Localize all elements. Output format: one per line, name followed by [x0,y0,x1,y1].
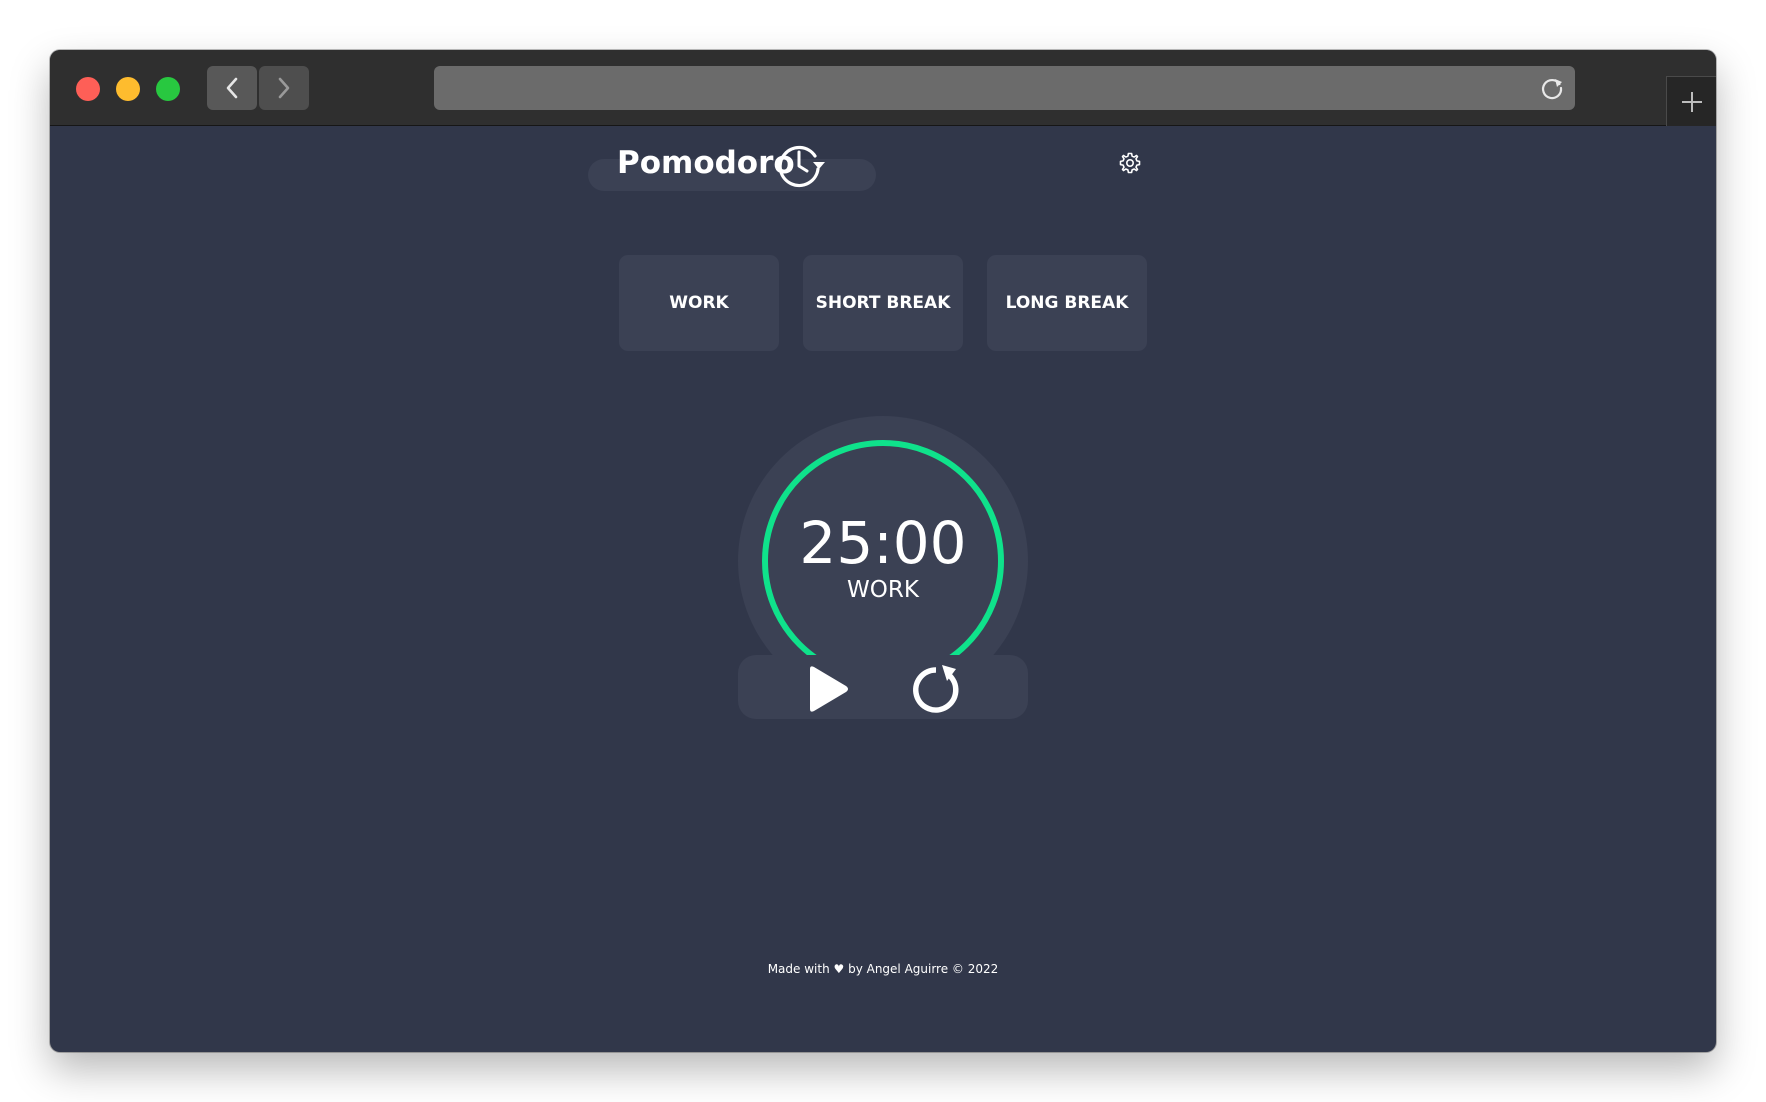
address-bar[interactable] [434,66,1575,110]
reset-icon[interactable] [910,661,966,715]
mode-long-break-button[interactable]: LONG BREAK [987,255,1147,351]
page-content: Pomodoro WORK SHORT BREAK LONG BREAK 25:… [50,127,1716,1052]
browser-toolbar [50,50,1716,126]
back-button[interactable] [207,66,257,110]
mode-work-button[interactable]: WORK [619,255,779,351]
chevron-right-icon [278,77,290,99]
gear-icon[interactable] [1118,151,1142,175]
maximize-window-button[interactable] [156,77,180,101]
timer-time: 25:00 [799,509,967,577]
timer-mode-label: WORK [847,577,919,603]
timer-controls [738,655,1028,719]
play-icon[interactable] [802,663,852,715]
forward-button[interactable] [259,66,309,110]
plus-icon [1681,91,1702,112]
chevron-left-icon [226,77,238,99]
minimize-window-button[interactable] [116,77,140,101]
clock-refresh-icon [778,145,825,188]
mode-short-break-button[interactable]: SHORT BREAK [803,255,963,351]
footer-credit: Made with ♥ by Angel Aguirre © 2022 [767,962,999,976]
browser-window: Pomodoro WORK SHORT BREAK LONG BREAK 25:… [50,50,1716,1052]
new-tab-button[interactable] [1666,76,1716,126]
close-window-button[interactable] [76,77,100,101]
app-title: Pomodoro [617,145,795,181]
reload-icon[interactable] [1539,75,1565,101]
